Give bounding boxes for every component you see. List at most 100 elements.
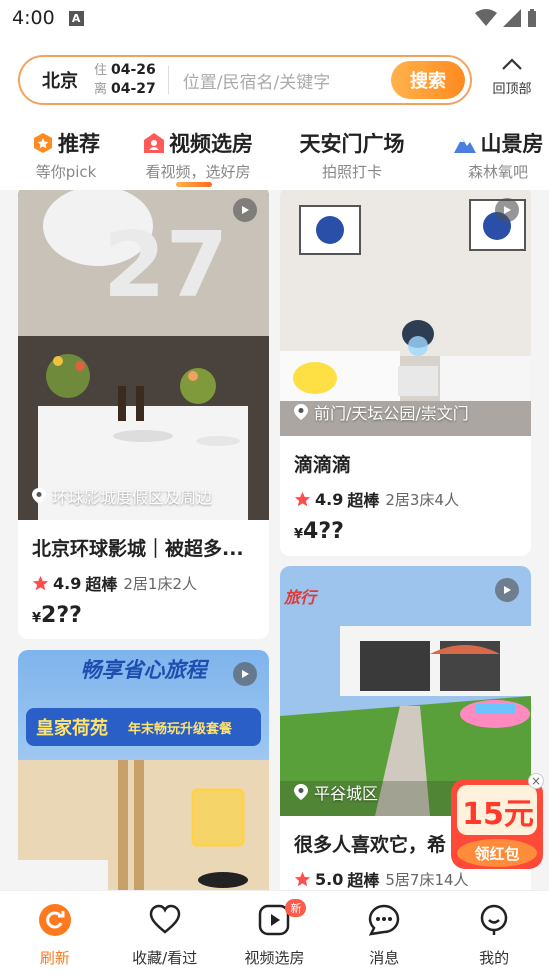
listing-title: 滴滴滴 [294, 454, 352, 476]
listing-title: 北京环球影城｜被超多... [32, 538, 244, 560]
tab-recommend[interactable]: 推荐 等你pick [28, 128, 104, 182]
listing-info: 北京环球影城｜被超多... 4.9 超棒 2居1床2人 ¥2?? [18, 520, 269, 628]
video-play-icon[interactable] [495, 198, 519, 222]
category-tabs: 推荐 等你pick 视频选房 看视频，选好房 天安门广场 拍照打卡 山景房 森林… [0, 128, 549, 190]
nav-messages[interactable]: 消息 [329, 891, 439, 976]
profile-icon [480, 904, 508, 935]
date-selector[interactable]: 住 04-26 离 04-27 [94, 61, 156, 99]
heart-icon [149, 904, 180, 934]
listing-location: 环球影城度假区及周边 [32, 484, 212, 508]
checkout-date: 04-27 [111, 81, 156, 97]
room-info: 5居7床14人 [385, 870, 469, 889]
listing-image: 前门/天坛公园/崇文门 [280, 190, 531, 436]
bottom-navigation: 刷新 收藏/看过 新 视频选房 消息 我的 [0, 890, 549, 976]
rating-level: 超棒 [347, 491, 380, 510]
tab-recommend-subtitle: 等你pick [35, 163, 97, 181]
nav-messages-label: 消息 [369, 949, 400, 967]
red-packet-label: 领红包 [474, 845, 520, 863]
notification-a-icon: A [68, 10, 84, 26]
signal-icon [503, 9, 521, 27]
star-icon [294, 871, 311, 886]
star-badge-icon [34, 133, 52, 153]
room-info: 2居1床2人 [123, 574, 197, 593]
back-to-top-label: 回顶部 [492, 82, 532, 97]
listing-location-text: 平谷城区 [314, 784, 379, 803]
nav-video-rooms[interactable]: 新 视频选房 [220, 891, 330, 976]
location-pin-icon [294, 784, 308, 800]
star-icon [294, 491, 311, 506]
back-to-top-button[interactable]: 回顶部 [482, 56, 542, 97]
search-button[interactable]: 搜索 [391, 61, 465, 99]
listing-card-universal-studios[interactable]: 27 环球影城度假区及周边 北京环球影城｜被超多... 4.9 超棒 2居1床2… [18, 190, 269, 639]
tab-recommend-title: 推荐 [58, 132, 100, 156]
listing-rating: 4.9 超棒 2居3床4人 [294, 487, 517, 511]
battery-icon [528, 9, 536, 27]
price-currency: ¥ [32, 611, 42, 626]
nav-refresh[interactable]: 刷新 [0, 891, 110, 976]
checkin-date: 04-26 [111, 62, 156, 78]
checkin-label: 住 [94, 63, 108, 78]
house-icon [144, 133, 164, 153]
search-divider [167, 66, 169, 94]
tab-video-rooms-subtitle: 看视频，选好房 [145, 163, 251, 181]
wifi-icon [475, 9, 497, 26]
active-tab-indicator [176, 182, 212, 187]
price-value: 4?? [303, 519, 344, 544]
checkout-label: 离 [94, 82, 108, 97]
rating-level: 超棒 [85, 575, 118, 594]
message-icon [369, 904, 400, 936]
status-bar: 4:00 A [0, 0, 549, 36]
red-packet-close-icon[interactable]: × [528, 773, 544, 789]
tab-video-rooms[interactable]: 视频选房 看视频，选好房 [136, 128, 260, 182]
tab-mountain-view-subtitle: 森林氧吧 [467, 163, 528, 181]
listing-location-text: 环球影城度假区及周边 [52, 488, 213, 507]
promo-title: 畅享省心旅程 [80, 658, 207, 682]
room-info: 2居3床4人 [385, 490, 459, 509]
rating-score: 4.9 [53, 573, 82, 593]
red-packet-amount: 15元 [462, 797, 534, 832]
status-icons [475, 9, 537, 27]
new-badge: 新 [285, 899, 307, 917]
tab-mountain-view[interactable]: 山景房 森林氧吧 [448, 128, 548, 182]
listing-price: ¥2?? [32, 603, 255, 628]
rating-score: 5.0 [315, 869, 344, 889]
star-icon [32, 575, 49, 590]
location-pin-icon [32, 488, 46, 504]
listing-image: 畅享省心旅程 皇家荷苑 年末畅玩升级套餐 [18, 650, 269, 890]
refresh-icon [38, 904, 71, 936]
status-time: 4:00 [12, 7, 55, 29]
nav-profile-label: 我的 [479, 949, 510, 967]
listing-card-qianmen[interactable]: 前门/天坛公园/崇文门 滴滴滴 4.9 超棒 2居3床4人 ¥4?? [280, 190, 531, 556]
listing-photo-promo-banner [18, 650, 269, 890]
tab-tiananmen[interactable]: 天安门广场 拍照打卡 [292, 128, 412, 182]
listing-card-royal-lotus[interactable]: 畅享省心旅程 皇家荷苑 年末畅玩升级套餐 [18, 650, 269, 890]
nav-favorites-label: 收藏/看过 [132, 949, 198, 967]
tab-tiananmen-title: 天安门广场 [299, 132, 405, 156]
listing-location: 前门/天坛公园/崇文门 [294, 400, 469, 424]
price-value: 2?? [41, 603, 82, 628]
svg-text:27: 27 [103, 213, 228, 318]
promo-tag: 年末畅玩升级套餐 [128, 722, 233, 737]
listing-info: 滴滴滴 4.9 超棒 2居3床4人 ¥4?? [280, 436, 531, 544]
listing-location: 平谷城区 [294, 780, 378, 804]
video-play-icon[interactable] [495, 578, 519, 602]
listing-location-text: 前门/天坛公园/崇文门 [314, 404, 469, 423]
listing-price: ¥4?? [294, 519, 517, 544]
rating-level: 超棒 [347, 871, 380, 890]
listing-rating: 4.9 超棒 2居1床2人 [32, 571, 255, 595]
promo-brand: 皇家荷苑 [36, 718, 108, 739]
search-bar[interactable]: 北京 住 04-26 离 04-27 位置/民宿名/关键字 搜索 [18, 55, 472, 105]
red-packet-button[interactable]: × 15元 领红包 [447, 773, 547, 871]
video-play-icon[interactable] [233, 662, 257, 686]
tab-video-rooms-title: 视频选房 [169, 132, 253, 156]
nav-profile[interactable]: 我的 [439, 891, 549, 976]
overlay-handwritten-text: 旅行 [284, 588, 317, 607]
search-header: 北京 住 04-26 离 04-27 位置/民宿名/关键字 搜索 回顶部 [0, 50, 549, 110]
nav-favorites[interactable]: 收藏/看过 [110, 891, 220, 976]
city-selector[interactable]: 北京 [42, 67, 78, 93]
location-pin-icon [294, 404, 308, 420]
search-input[interactable]: 位置/民宿名/关键字 [183, 68, 391, 93]
video-play-icon[interactable] [233, 198, 257, 222]
tab-mountain-view-title: 山景房 [480, 132, 544, 156]
listing-photo-party-room: 27 [18, 190, 269, 520]
